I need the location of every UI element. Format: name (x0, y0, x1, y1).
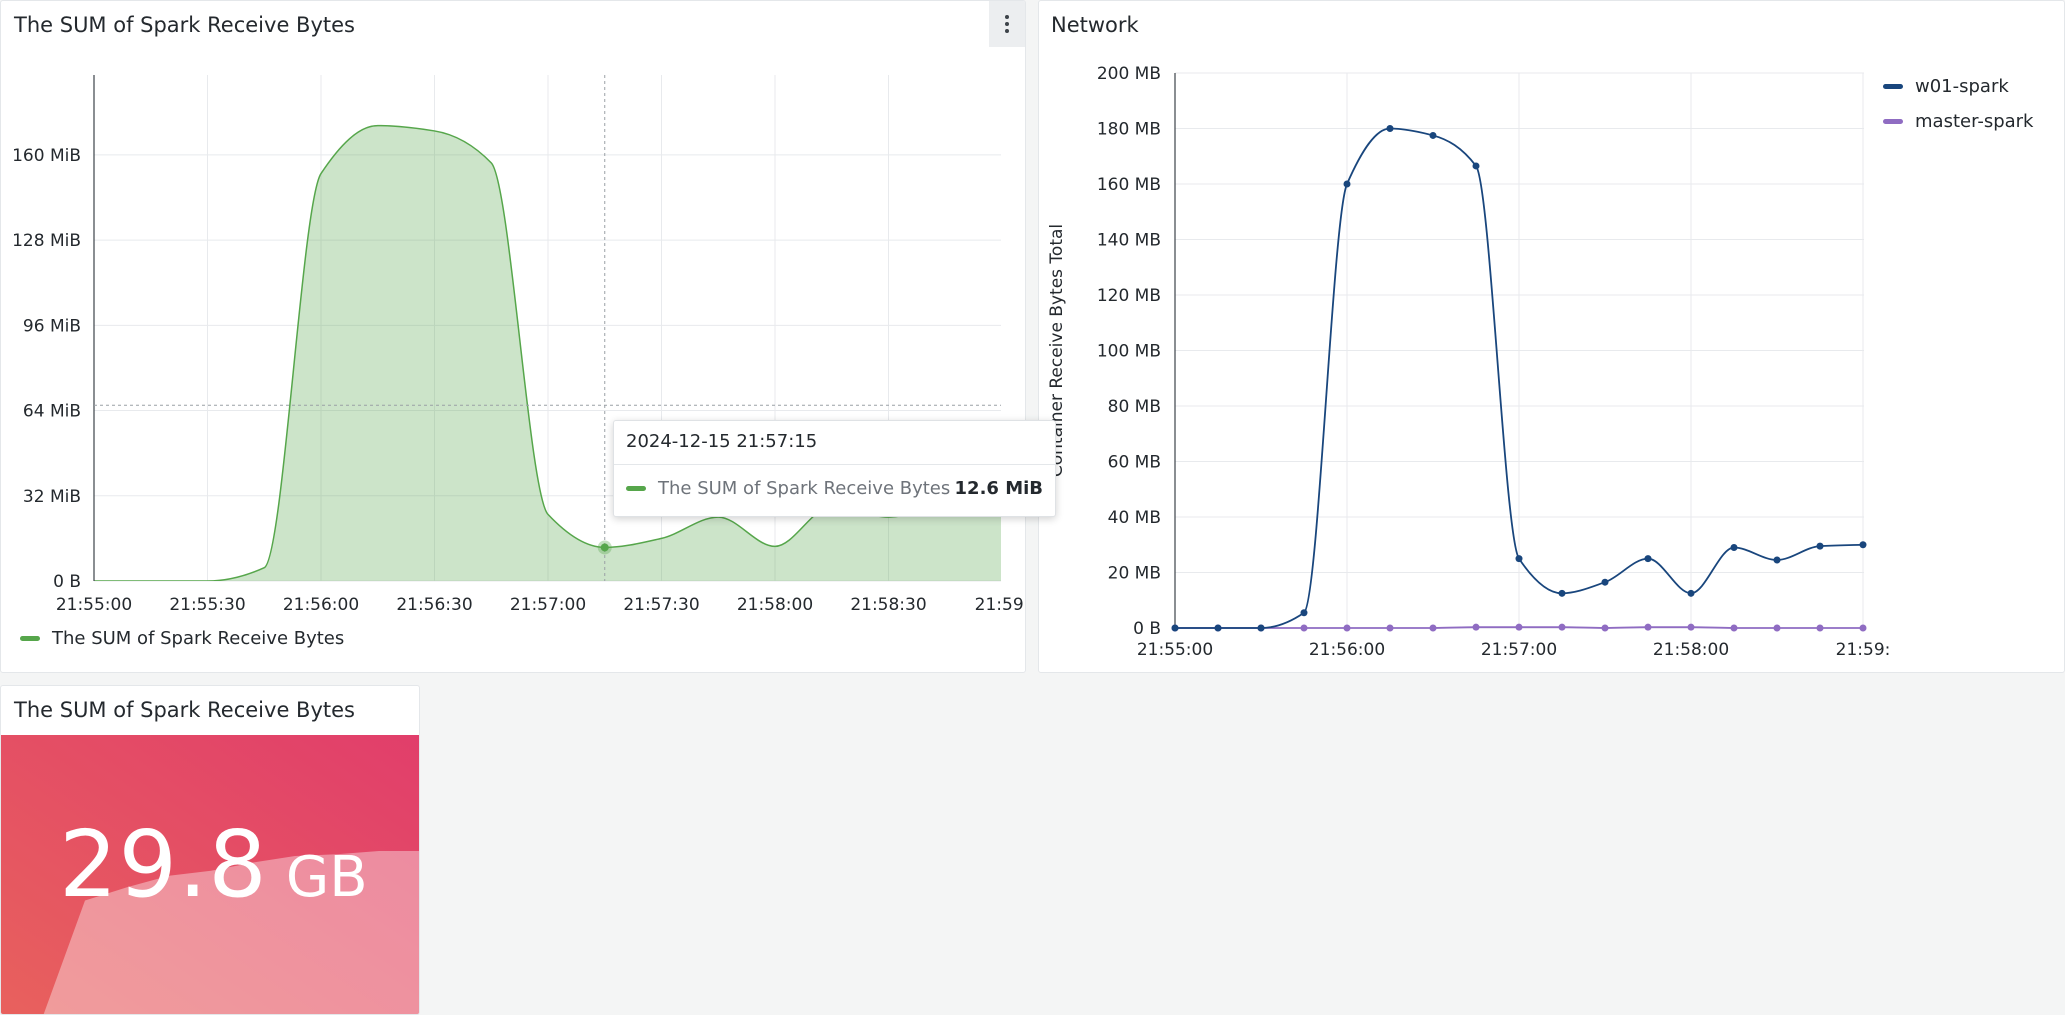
data-point (1343, 180, 1351, 188)
y-tick-label: 40 MB (1108, 508, 1161, 528)
y-tick-label: 0 B (1133, 619, 1161, 639)
chart-tooltip: 2024-12-15 21:57:15 The SUM of Spark Rec… (613, 420, 1056, 517)
data-point (1472, 623, 1480, 631)
data-point (1730, 544, 1738, 552)
grid (1175, 72, 1864, 629)
y-tick-label: 120 MB (1097, 286, 1161, 306)
data-point (1171, 624, 1179, 632)
chart-legend: The SUM of Spark Receive Bytes (20, 628, 344, 649)
stat-number: 29.8 (59, 811, 268, 918)
tooltip-series-row: The SUM of Spark Receive Bytes 12.6 MiB (626, 478, 1043, 499)
x-tick-label: 21:55:00 (56, 595, 132, 615)
legend-item[interactable]: w01-spark (1883, 69, 2033, 104)
x-tick-label: 21:56:30 (396, 595, 472, 615)
legend-label: w01-spark (1915, 76, 2009, 97)
data-point (1386, 624, 1394, 632)
data-point (1687, 589, 1695, 597)
stat-value: 29.8 GB (59, 811, 368, 918)
data-point (1300, 624, 1308, 632)
y-tick-label: 140 MB (1097, 231, 1161, 251)
data-point (1515, 555, 1523, 563)
y-tick-label: 64 MiB (23, 402, 81, 422)
data-point (1687, 623, 1695, 631)
data-point (1773, 556, 1781, 564)
stat-panel: The SUM of Spark Receive Bytes 29.8 GB (0, 685, 420, 1015)
data-point (1300, 609, 1308, 617)
x-tick-label: 21:56:00 (283, 595, 359, 615)
data-point (1472, 162, 1480, 170)
data-point (1601, 578, 1609, 586)
y-tick-label: 180 MB (1097, 120, 1161, 140)
series-color-swatch (626, 486, 646, 491)
y-tick-label: 96 MiB (23, 316, 81, 336)
x-tick-label: 21:57:00 (1481, 640, 1557, 660)
x-tick-label: 21:58:30 (850, 595, 926, 615)
x-tick-label: 21:57:00 (510, 595, 586, 615)
tooltip-series-name: The SUM of Spark Receive Bytes (658, 478, 951, 499)
y-tick-label: 160 MiB (12, 146, 81, 166)
data-point (1816, 624, 1824, 632)
panel-title: The SUM of Spark Receive Bytes (14, 698, 355, 722)
data-point (1859, 624, 1867, 632)
legend-swatch (1883, 84, 1903, 89)
data-point (1859, 541, 1867, 549)
data-point (1429, 131, 1437, 139)
stat-unit: GB (285, 845, 368, 910)
x-tick-label: 21:56:00 (1309, 640, 1385, 660)
data-point (1429, 624, 1437, 632)
data-point (1730, 624, 1738, 632)
tooltip-divider (614, 464, 1055, 465)
data-point (1343, 624, 1351, 632)
y-tick-label: 128 MiB (12, 231, 81, 251)
data-point (1816, 542, 1824, 550)
data-point (1773, 624, 1781, 632)
x-tick-label: 21:59: (1836, 640, 1891, 660)
y-tick-label: 32 MiB (23, 487, 81, 507)
legend-swatch (20, 636, 40, 641)
x-tick-label: 21:57:30 (623, 595, 699, 615)
data-point (1257, 624, 1265, 632)
panel-title: The SUM of Spark Receive Bytes (14, 13, 355, 37)
y-tick-label: 100 MB (1097, 342, 1161, 362)
chart-legend: w01-spark master-spark (1883, 69, 2033, 139)
y-tick-label: 200 MB (1097, 64, 1161, 84)
y-tick-label: 0 B (53, 572, 81, 592)
y-tick-label: 80 MB (1108, 397, 1161, 417)
data-point (1644, 623, 1652, 631)
kebab-menu-icon (1005, 15, 1009, 33)
data-point (1214, 624, 1222, 632)
x-tick-label: 21:58:00 (1653, 640, 1729, 660)
y-tick-label: 20 MB (1108, 564, 1161, 584)
area-chart-panel: The SUM of Spark Receive Bytes 0 B 32 MiB… (0, 0, 1026, 673)
legend-item[interactable]: master-spark (1883, 104, 2033, 139)
x-tick-label: 21:55:30 (169, 595, 245, 615)
data-point (1558, 589, 1566, 597)
panel-menu-button[interactable] (989, 1, 1025, 47)
x-tick-label: 21:55:00 (1137, 640, 1213, 660)
x-tick-label: 21:59: (975, 595, 1026, 615)
network-chart-panel: Network 0 B 20 MB 40 MB 60 MB 80 MB 100 MB 120… (1038, 0, 2065, 673)
data-point (1386, 125, 1394, 132)
data-point (1515, 623, 1523, 631)
tooltip-time: 2024-12-15 21:57:15 (626, 431, 818, 452)
legend-label[interactable]: The SUM of Spark Receive Bytes (52, 628, 344, 649)
data-point (1558, 623, 1566, 631)
tooltip-value: 12.6 MiB (954, 478, 1043, 499)
legend-label: master-spark (1915, 111, 2034, 132)
y-tick-label: 160 MB (1097, 175, 1161, 195)
data-point (1644, 555, 1652, 563)
y-tick-label: 60 MB (1108, 453, 1161, 473)
legend-swatch (1883, 119, 1903, 124)
data-point (1601, 624, 1609, 632)
x-tick-label: 21:58:00 (737, 595, 813, 615)
hover-point (600, 543, 609, 552)
area-chart[interactable]: 0 B 32 MiB 64 MiB 96 MiB 128 MiB 160 MiB 21:55… (1, 47, 1026, 667)
